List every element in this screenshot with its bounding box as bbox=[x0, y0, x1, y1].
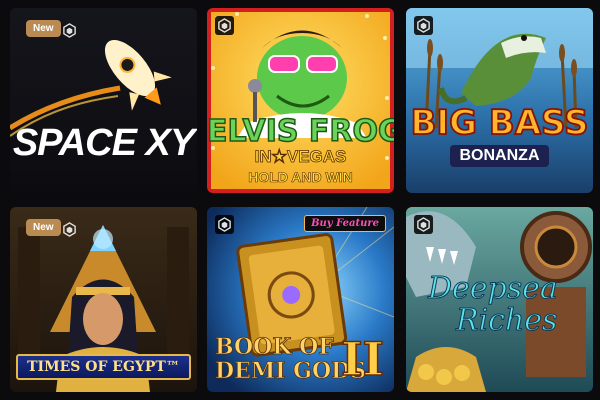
game-numeral: II bbox=[340, 331, 385, 387]
new-badge: New bbox=[26, 20, 61, 37]
hexagon-icon bbox=[414, 16, 433, 35]
game-subtitle: IN★VEGAS bbox=[254, 147, 347, 167]
game-title: BIG BASS bbox=[410, 102, 590, 144]
game-tagline: HOLD AND WIN bbox=[248, 169, 353, 186]
game-tile-space-xy[interactable]: New SPACE XY bbox=[10, 8, 197, 193]
hexagon-icon bbox=[63, 23, 76, 38]
game-title: SPACE XY bbox=[12, 122, 195, 164]
game-title: ELVIS FROG bbox=[207, 113, 394, 150]
game-tile-book-of-demi-gods[interactable]: Buy Feature BOOK OF DEMI GODS II bbox=[207, 207, 394, 392]
game-tile-deepsea-riches[interactable]: Deepsea Riches bbox=[406, 207, 593, 392]
game-subtitle: Riches bbox=[455, 303, 558, 339]
game-tile-times-of-egypt[interactable]: New TIMES OF EGYPT™ bbox=[10, 207, 197, 392]
hexagon-icon bbox=[63, 222, 76, 237]
game-tile-big-bass[interactable]: BIG BASS BONANZA bbox=[406, 8, 593, 193]
game-tile-elvis-frog[interactable]: ELVIS FROG IN★VEGAS HOLD AND WIN bbox=[207, 8, 394, 193]
hexagon-icon bbox=[215, 215, 234, 234]
game-grid: New SPACE XY ELVIS FROG IN★VEGAS HOLD AN… bbox=[0, 0, 600, 400]
game-title: TIMES OF EGYPT™ bbox=[16, 354, 191, 380]
hexagon-icon bbox=[215, 16, 234, 35]
hexagon-icon bbox=[414, 215, 433, 234]
game-title: Deepsea bbox=[428, 271, 559, 307]
buy-feature-badge: Buy Feature bbox=[304, 215, 386, 232]
new-badge: New bbox=[26, 219, 61, 236]
game-subtitle: BONANZA bbox=[450, 145, 549, 167]
